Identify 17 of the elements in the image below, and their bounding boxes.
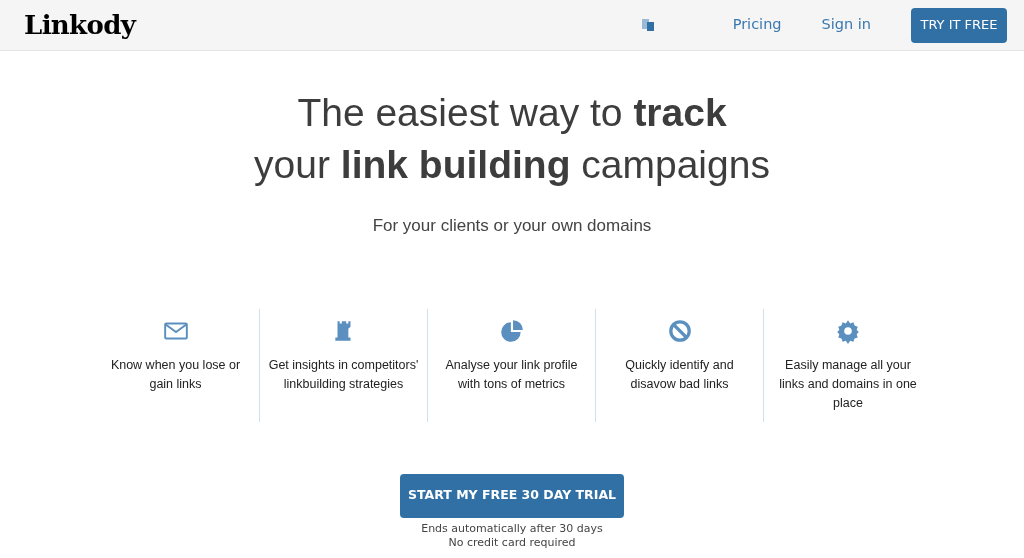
- feature-text: Analyse your link profile with tons of metrics: [444, 356, 579, 393]
- feature-text: Get insights in competitors' linkbuilding strategies: [268, 356, 419, 393]
- nav-link[interactable]: Pricing: [732, 14, 782, 36]
- trial-note: No credit card required: [448, 535, 576, 550]
- feature-text: Know when you lose or gain links: [109, 356, 242, 393]
- start-trial-button[interactable]: START MY FREE 30 DAY TRIAL: [400, 473, 624, 518]
- logo[interactable]: Linkody: [24, 5, 136, 45]
- pie-chart-icon: [498, 317, 525, 344]
- headline: your link building campaigns: [254, 142, 770, 188]
- feature-text: Quickly identify and disavow bad links: [624, 356, 735, 393]
- try-free-button[interactable]: TRY IT FREE: [911, 7, 1007, 43]
- nav-link[interactable]: Sign in: [821, 14, 871, 36]
- prohibited-icon: [666, 317, 693, 344]
- trial-note: Ends automatically after 30 days: [421, 521, 603, 536]
- headline: The easiest way to track: [297, 90, 727, 136]
- subtitle: For your clients or your own domains: [372, 215, 652, 237]
- feature-text: Easily manage all your links and domains in one place: [778, 356, 918, 412]
